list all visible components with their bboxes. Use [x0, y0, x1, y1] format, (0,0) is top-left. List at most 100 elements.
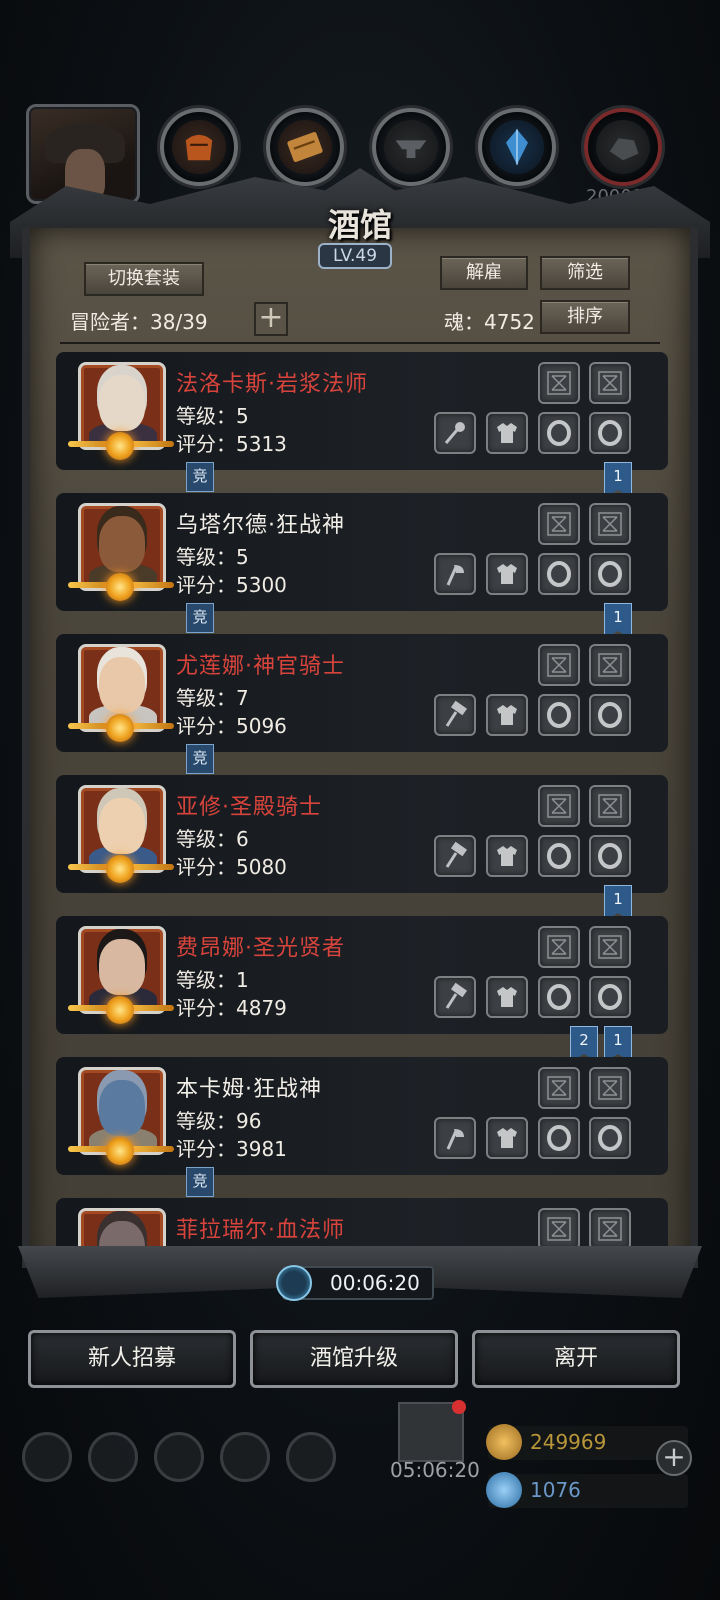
ring-slot[interactable]: [538, 1117, 580, 1159]
add-slot-button[interactable]: +: [254, 302, 288, 336]
achievement-icon: [88, 1432, 138, 1482]
hero-card[interactable]: 法洛卡斯·岩浆法师 等级：5 评分：5313: [56, 352, 668, 470]
ring-slot[interactable]: [538, 553, 580, 595]
ring-slot[interactable]: [538, 976, 580, 1018]
adventurer-count: 冒险者：38/39: [70, 310, 208, 334]
ring-icon: [547, 702, 571, 728]
tab-scroll[interactable]: [266, 108, 344, 186]
portrait-head: [99, 798, 145, 854]
rune-slot[interactable]: [538, 362, 580, 404]
ring-icon: [547, 561, 571, 587]
hero-level: 等级：5: [176, 404, 249, 428]
ring-icon: [547, 1125, 571, 1151]
hero-card[interactable]: 费昂娜·圣光贤者 等级：1 评分：4879: [56, 916, 668, 1034]
ring-icon: [598, 984, 622, 1010]
ring-slot[interactable]: [589, 412, 631, 454]
armor-slot[interactable]: [486, 1117, 528, 1159]
hero-card[interactable]: 乌塔尔德·狂战神 等级：5 评分：5300: [56, 493, 668, 611]
hero-card[interactable]: 尤莲娜·神官骑士 等级：7 评分：5096: [56, 634, 668, 752]
weapon-slot[interactable]: [434, 976, 476, 1018]
notification-dot-icon: [452, 1400, 466, 1414]
hero-level: 等级：7: [176, 686, 249, 710]
settings-icon: [22, 1432, 72, 1482]
armor-slot[interactable]: [486, 694, 528, 736]
ring-slot[interactable]: [589, 976, 631, 1018]
rune-sigil-icon: [598, 371, 622, 395]
weapon-slot[interactable]: [434, 412, 476, 454]
weapon-slot[interactable]: [434, 1117, 476, 1159]
rune-sigil-icon: [547, 935, 571, 959]
rune-slot[interactable]: [589, 785, 631, 827]
hero-name: 菲拉瑞尔·血法师: [176, 1218, 345, 1243]
hero-card[interactable]: 亚修·圣殿骑士 等级：6 评分：5080: [56, 775, 668, 893]
rank-emblem-icon: [106, 432, 134, 460]
recruit-button[interactable]: 新人招募: [28, 1330, 236, 1388]
tab-portrait[interactable]: [26, 104, 140, 204]
rune-slot[interactable]: [538, 644, 580, 686]
rune-slot[interactable]: [538, 926, 580, 968]
sort-button[interactable]: 排序: [540, 300, 630, 334]
arena-tag: 竞: [186, 603, 214, 633]
hero-portrait[interactable]: [78, 1208, 166, 1246]
rune-slot[interactable]: [538, 785, 580, 827]
timer-text: 00:06:20: [330, 1271, 420, 1295]
rune-slot[interactable]: [538, 1067, 580, 1109]
ring-slot[interactable]: [538, 835, 580, 877]
ring-icon: [547, 984, 571, 1010]
portrait-head: [99, 657, 145, 713]
portrait-head: [99, 1221, 145, 1246]
crystal-icon: [490, 120, 544, 174]
ring-slot[interactable]: [589, 553, 631, 595]
rank-emblem-icon: [106, 855, 134, 883]
hero-level: 等级：1: [176, 968, 249, 992]
weapon-slot[interactable]: [434, 553, 476, 595]
leave-button[interactable]: 离开: [472, 1330, 680, 1388]
armor-slot[interactable]: [486, 412, 528, 454]
rune-sigil-icon: [547, 653, 571, 677]
hero-score: 评分：5300: [176, 573, 287, 597]
ring-slot[interactable]: [538, 412, 580, 454]
rune-slot[interactable]: [589, 1067, 631, 1109]
rune-slot[interactable]: [589, 362, 631, 404]
hero-card[interactable]: 本卡姆·狂战神 等级：96 评分：3981: [56, 1057, 668, 1175]
hero-name: 亚修·圣殿骑士: [176, 795, 322, 820]
anvil-icon: [384, 120, 438, 174]
rune-slot[interactable]: [589, 1208, 631, 1246]
rune-slot[interactable]: [589, 644, 631, 686]
tab-anvil[interactable]: [372, 108, 450, 186]
rune-sigil-icon: [598, 935, 622, 959]
axe-icon: [446, 565, 464, 586]
ring-slot[interactable]: [538, 694, 580, 736]
weapon-slot[interactable]: [434, 694, 476, 736]
divider: [60, 342, 660, 344]
ring-icon: [598, 561, 622, 587]
quest-icon: [154, 1432, 204, 1482]
switch-outfit-button[interactable]: 切换套装: [84, 262, 204, 296]
hero-score: 评分：3981: [176, 1137, 287, 1161]
tab-crystal[interactable]: [478, 108, 556, 186]
rune-slot[interactable]: [538, 1208, 580, 1246]
hammer-icon: [445, 700, 468, 727]
hero-name: 尤莲娜·神官骑士: [176, 654, 345, 679]
rank-emblem-icon: [106, 1137, 134, 1165]
rune-sigil-icon: [598, 653, 622, 677]
hero-list[interactable]: 法洛卡斯·岩浆法师 等级：5 评分：5313 竞 1 乌塔尔德·狂战神 等级：5 评分：530…: [56, 352, 668, 1246]
arena-tag: 竞: [186, 744, 214, 774]
armor-icon: [172, 120, 226, 174]
armor-slot[interactable]: [486, 976, 528, 1018]
hero-card[interactable]: 菲拉瑞尔·血法师: [56, 1198, 668, 1246]
tab-armor[interactable]: [160, 108, 238, 186]
rune-slot[interactable]: [538, 503, 580, 545]
weapon-slot[interactable]: [434, 835, 476, 877]
rune-slot[interactable]: [589, 503, 631, 545]
ring-slot[interactable]: [589, 835, 631, 877]
filter-button[interactable]: 筛选: [540, 256, 630, 290]
dismiss-button[interactable]: 解雇: [440, 256, 528, 290]
rune-slot[interactable]: [589, 926, 631, 968]
armor-slot[interactable]: [486, 553, 528, 595]
ring-slot[interactable]: [589, 694, 631, 736]
tab-ore[interactable]: [584, 108, 662, 186]
armor-slot[interactable]: [486, 835, 528, 877]
tavern-upgrade-button[interactable]: 酒馆升级: [250, 1330, 458, 1388]
ring-slot[interactable]: [589, 1117, 631, 1159]
